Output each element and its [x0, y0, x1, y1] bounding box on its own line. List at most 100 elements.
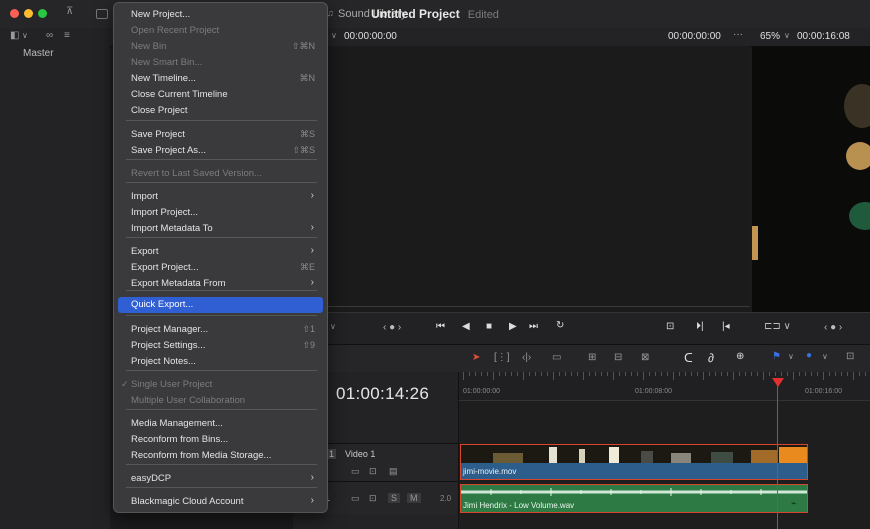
chevron-down-icon[interactable]: ∨ — [822, 352, 828, 361]
lock-icon[interactable]: ⊕ — [736, 351, 744, 362]
video-clip[interactable]: jimi-movie.mov — [460, 444, 808, 480]
trim-tool-icon[interactable]: [⋮] — [494, 352, 510, 363]
overwrite-clip-icon[interactable]: ⊟ — [614, 352, 622, 363]
prev-edit-icon[interactable]: |◂ — [722, 321, 730, 332]
menu-item-import-project[interactable]: Import Project... — [118, 205, 323, 221]
playhead-handle[interactable] — [772, 378, 784, 387]
chevron-right-icon: › — [310, 472, 314, 483]
fade-handle-icon[interactable]: ⌁ — [791, 498, 796, 509]
ruler-tick — [475, 372, 476, 376]
more-options-icon[interactable]: ··· — [733, 29, 743, 40]
menu-item-project-settings[interactable]: Project Settings... ⇧9 — [118, 338, 323, 354]
marker-icon[interactable]: ● — [806, 350, 812, 361]
replace-clip-icon[interactable]: ⊠ — [641, 352, 649, 363]
menu-item-shortcut: ⌘S — [299, 129, 315, 139]
selection-tool-icon[interactable]: ➤ — [472, 352, 480, 363]
menu-item-project-manager[interactable]: Project Manager... ⇧1 — [118, 322, 323, 338]
menu-item-project-notes[interactable]: Project Notes... — [118, 354, 323, 370]
ruler-tick — [805, 372, 806, 376]
ruler-tick — [559, 372, 560, 376]
timeline-ruler[interactable]: 01:00:00:00 01:00:08:00 01:00:16:00 — [459, 372, 870, 401]
panel-toggle-icon[interactable]: ◧ — [10, 30, 19, 41]
link-icon[interactable]: ∂ — [708, 351, 714, 365]
menu-item-media-management[interactable]: Media Management... — [118, 416, 323, 432]
master-bin-label[interactable]: Master — [23, 48, 54, 59]
lock-track-icon[interactable]: ▭ — [351, 466, 360, 477]
menu-item-blackmagic-cloud-account[interactable]: Blackmagic Cloud Account › — [118, 494, 323, 510]
menu-item-export[interactable]: Export › — [118, 244, 323, 260]
link-icon[interactable]: ∞ — [46, 30, 53, 41]
menu-item-reconform-from-media-storage[interactable]: Reconform from Media Storage... — [118, 448, 323, 464]
reverse-icon[interactable]: ◀ — [462, 321, 470, 332]
menu-item-single-user-project: ✓ Single User Project — [118, 377, 323, 393]
menu-item-close-current-timeline[interactable]: Close Current Timeline — [118, 87, 323, 103]
zoom-level[interactable]: 65% — [760, 31, 780, 42]
ruler-tick — [763, 372, 764, 380]
viewer-mode-icon[interactable]: ⊏⊐ ∨ — [764, 321, 791, 332]
blade-tool-icon[interactable]: ▭ — [552, 352, 561, 363]
snapping-icon[interactable]: ᑕ — [684, 351, 693, 365]
ruler-tick — [793, 372, 794, 380]
ruler-tick — [613, 372, 614, 380]
menu-item-label: Close Project — [131, 105, 188, 116]
ruler-tick — [829, 372, 830, 376]
zoom-icon[interactable]: ⊡ — [846, 351, 854, 362]
menu-item-label: Quick Export... — [131, 299, 194, 310]
menu-item-save-project[interactable]: Save Project ⌘S — [118, 127, 323, 143]
chevron-down-icon[interactable]: ∨ — [22, 31, 28, 40]
ruler-tick — [715, 372, 716, 376]
chevron-right-icon: › — [310, 222, 314, 233]
lock-track-icon[interactable]: ▭ — [351, 493, 360, 504]
video-track-name[interactable]: Video 1 — [345, 449, 375, 459]
zoom-dropdown-icon[interactable]: ∨ — [784, 31, 790, 40]
ruler-tick — [637, 372, 638, 376]
menu-item-import[interactable]: Import › — [118, 189, 323, 205]
source-dropdown-icon[interactable]: ∨ — [331, 31, 337, 40]
scrub-bar[interactable] — [326, 306, 750, 307]
flag-icon[interactable]: ⚑ — [772, 351, 781, 362]
menu-item-import-metadata-to[interactable]: Import Metadata To › — [118, 221, 323, 237]
program-viewer[interactable] — [752, 46, 870, 312]
menu-item-quick-export[interactable]: Quick Export... — [118, 297, 323, 313]
menu-item-new-timeline[interactable]: New Timeline... ⌘N — [118, 71, 323, 87]
media-pool-panel: Master — [0, 46, 110, 529]
jog-icon[interactable]: ‹ ● › — [383, 322, 401, 333]
chevron-down-icon[interactable]: ∨ — [330, 322, 336, 331]
menu-item-reconform-from-bins[interactable]: Reconform from Bins... — [118, 432, 323, 448]
timeline-timecode[interactable]: 01:00:14:26 — [336, 384, 429, 404]
go-to-end-icon[interactable]: ⏭ — [529, 321, 538, 332]
menu-separator — [126, 464, 317, 465]
menu-item-easydcp[interactable]: easyDCP › — [118, 471, 323, 487]
ruler-label: 01:00:08:00 — [635, 388, 672, 395]
auto-select-icon[interactable]: ⊡ — [369, 466, 377, 477]
match-frame-icon[interactable]: ⊡ — [666, 321, 674, 332]
chevron-right-icon: › — [310, 245, 314, 256]
loop-icon[interactable]: ↻ — [556, 320, 564, 331]
auto-select-icon[interactable]: ⊡ — [369, 493, 377, 504]
audio-clip[interactable]: ⌁ Jimi Hendrix - Low Volume.wav — [460, 484, 808, 513]
video-clip-name: jimi-movie.mov — [463, 467, 517, 476]
track-visibility-icon[interactable]: ▤ — [389, 466, 398, 477]
mute-button[interactable]: M — [407, 493, 421, 503]
source-viewer[interactable] — [326, 46, 750, 312]
menu-item-shortcut: ⌘E — [299, 262, 315, 272]
menu-item-save-project-as[interactable]: Save Project As... ⇧⌘S — [118, 143, 323, 159]
play-icon[interactable]: ▶ — [509, 321, 517, 332]
menu-item-new-project[interactable]: New Project... — [118, 7, 323, 23]
menu-separator — [126, 487, 317, 488]
ruler-tick — [529, 372, 530, 376]
menu-item-label: Open Recent Project — [131, 25, 220, 36]
go-to-start-icon[interactable]: ⏮ — [436, 321, 445, 332]
chevron-down-icon[interactable]: ∨ — [788, 352, 794, 361]
program-jog-icon[interactable]: ‹ ● › — [824, 322, 842, 333]
solo-button[interactable]: S — [388, 493, 401, 503]
menu-item-label: Project Notes... — [131, 356, 196, 367]
menu-item-export-project[interactable]: Export Project... ⌘E — [118, 260, 323, 276]
sort-icon[interactable]: ≡ — [64, 30, 70, 41]
menu-item-close-project[interactable]: Close Project — [118, 103, 323, 119]
next-edit-icon[interactable]: ⏵| — [696, 321, 704, 332]
stop-icon[interactable]: ■ — [486, 321, 492, 332]
insert-clip-icon[interactable]: ⊞ — [588, 352, 596, 363]
playhead[interactable] — [777, 378, 778, 529]
dynamic-trim-icon[interactable]: ‹|› — [522, 352, 531, 363]
